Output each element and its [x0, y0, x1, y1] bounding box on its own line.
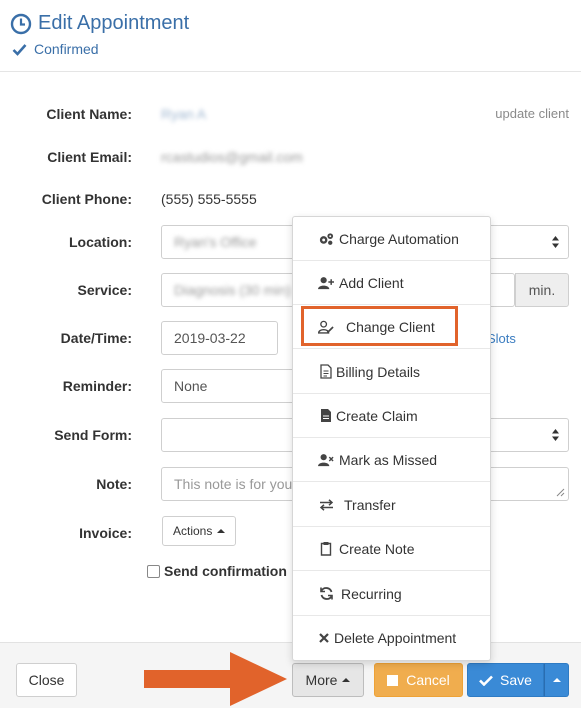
- invoice-label: Invoice:: [79, 525, 132, 541]
- caret-up-icon: [552, 678, 561, 682]
- appointment-form: Client Name: Ryan A update client Client…: [0, 72, 581, 642]
- client-email-value: rcastudios@gmail.com: [161, 149, 303, 165]
- date-input[interactable]: 2019-03-22: [161, 321, 278, 355]
- invoice-actions-button[interactable]: Actions: [162, 516, 237, 546]
- save-label: Save: [500, 672, 532, 688]
- note-placeholder: This note is for you: [174, 476, 293, 492]
- select-arrows-icon: [552, 236, 559, 248]
- send-form-label: Send Form:: [54, 427, 132, 443]
- cogs-icon: [318, 231, 334, 247]
- send-confirmation-checkbox[interactable]: [147, 564, 160, 578]
- service-label: Service:: [77, 282, 132, 298]
- menu-item-label: Recurring: [341, 585, 402, 602]
- slots-link[interactable]: Slots: [487, 331, 516, 346]
- send-confirmation-row[interactable]: Send confirmation: [147, 563, 287, 579]
- square-icon: [387, 674, 399, 686]
- menu-item-mark-as-missed[interactable]: Mark as Missed: [293, 438, 490, 482]
- menu-item-charge-automation[interactable]: Charge Automation: [293, 217, 490, 261]
- exchange-icon: [318, 497, 334, 513]
- cancel-button[interactable]: Cancel: [374, 663, 463, 697]
- menu-item-delete-appointment[interactable]: Delete Appointment: [293, 616, 490, 660]
- menu-item-label: Add Client: [339, 274, 404, 291]
- actions-label: Actions: [173, 524, 213, 538]
- cancel-label: Cancel: [406, 672, 450, 688]
- menu-item-label: Create Note: [339, 540, 415, 557]
- title-row: Edit Appointment: [10, 12, 189, 35]
- check-icon: [479, 675, 493, 686]
- date-value: 2019-03-22: [174, 330, 246, 346]
- location-value: Ryan's Office: [174, 234, 257, 250]
- reminder-value: None: [174, 378, 208, 394]
- service-value: Diagnosis (30 min): [174, 282, 291, 298]
- more-label: More: [305, 672, 338, 688]
- check-icon: [12, 43, 27, 56]
- menu-item-create-note[interactable]: Create Note: [293, 527, 490, 571]
- annotation-highlight-box: [301, 306, 458, 346]
- client-name-value[interactable]: Ryan A: [161, 106, 206, 122]
- close-button[interactable]: Close: [16, 663, 77, 697]
- menu-item-label: Transfer: [344, 496, 396, 513]
- page-title: Edit Appointment: [38, 12, 190, 34]
- menu-item-transfer[interactable]: Transfer: [293, 483, 490, 527]
- more-button[interactable]: More: [292, 663, 364, 697]
- user-times-icon: [318, 452, 334, 468]
- note-label: Note:: [96, 476, 132, 492]
- modal-footer: Close More Cancel Save: [0, 642, 581, 708]
- menu-item-label: Mark as Missed: [339, 451, 438, 468]
- resize-handle-icon[interactable]: [556, 488, 565, 497]
- client-email-label: Client Email:: [47, 149, 132, 165]
- modal-header: Edit Appointment Confirmed: [0, 0, 581, 72]
- clipboard-icon: [318, 541, 334, 557]
- select-arrows-icon: [552, 429, 559, 441]
- update-client-link[interactable]: update client: [495, 106, 569, 121]
- save-button[interactable]: Save: [467, 663, 544, 697]
- menu-item-create-claim[interactable]: Create Claim: [293, 394, 490, 438]
- menu-item-add-client[interactable]: Add Client: [293, 261, 490, 305]
- caret-up-icon: [217, 529, 226, 533]
- send-confirmation-label: Send confirmation: [164, 563, 287, 579]
- menu-item-label: Create Claim: [336, 407, 418, 424]
- invoice-icon: [318, 364, 334, 380]
- menu-item-label: Delete Appointment: [334, 630, 457, 646]
- datetime-label: Date/Time:: [60, 330, 132, 346]
- reminder-label: Reminder:: [62, 378, 132, 394]
- client-phone-value: (555) 555-5555: [161, 191, 257, 207]
- refresh-icon: [318, 586, 334, 602]
- save-options-button[interactable]: [544, 663, 569, 697]
- menu-item-billing-details[interactable]: Billing Details: [293, 350, 490, 394]
- more-dropdown-menu: Charge Automation Add Client Change Clie…: [292, 216, 491, 661]
- clock-icon: [10, 13, 32, 34]
- menu-item-label: Charge Automation: [339, 230, 459, 247]
- times-icon: [318, 630, 329, 646]
- menu-item-label: Billing Details: [336, 363, 421, 380]
- status-text: Confirmed: [34, 41, 99, 57]
- annotation-arrow-icon: [144, 652, 287, 706]
- menu-item-recurring[interactable]: Recurring: [293, 572, 490, 616]
- service-unit-addon: min.: [515, 273, 569, 307]
- client-phone-label: Client Phone:: [41, 191, 132, 207]
- reminder-select[interactable]: None: [161, 369, 301, 403]
- client-name-label: Client Name:: [46, 106, 132, 122]
- status-badge: Confirmed: [12, 41, 99, 57]
- caret-up-icon: [342, 678, 351, 682]
- file-icon: [318, 408, 334, 424]
- location-label: Location:: [69, 234, 132, 250]
- user-plus-icon: [318, 275, 334, 291]
